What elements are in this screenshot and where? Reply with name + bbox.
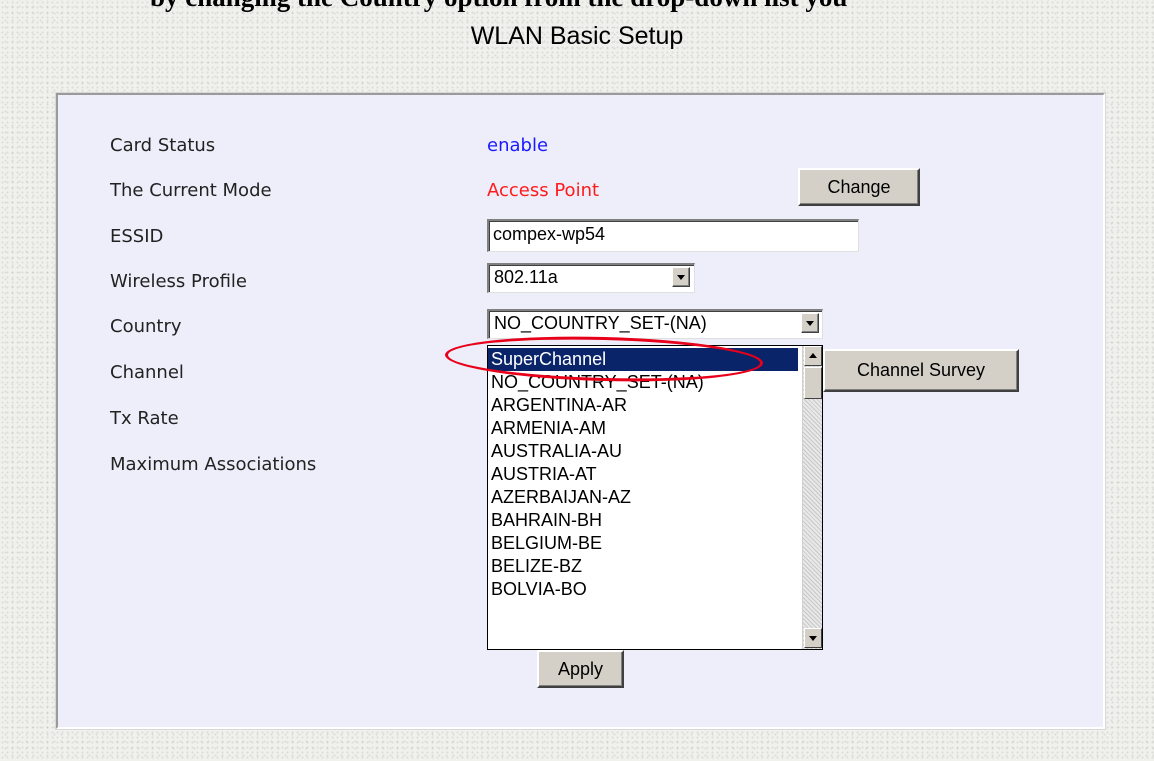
scroll-up-icon[interactable]	[804, 346, 822, 366]
wireless-profile-label: Wireless Profile	[110, 271, 248, 292]
country-option[interactable]: NO_COUNTRY_SET-(NA)	[488, 371, 798, 394]
change-mode-button[interactable]: Change	[798, 168, 920, 206]
country-option[interactable]: ARGENTINA-AR	[488, 394, 798, 417]
country-option[interactable]: ARMENIA-AM	[488, 417, 798, 440]
max-associations-label: Maximum Associations	[110, 454, 317, 475]
scrollbar-thumb[interactable]	[804, 367, 822, 399]
dropdown-arrow-icon[interactable]	[672, 267, 690, 287]
dropdown-arrow-icon[interactable]	[801, 313, 819, 333]
apply-button[interactable]: Apply	[537, 650, 624, 688]
country-option[interactable]: BELGIUM-BE	[488, 532, 798, 555]
country-option[interactable]: AZERBAIJAN-AZ	[488, 486, 798, 509]
current-mode-label: The Current Mode	[110, 180, 272, 201]
country-option[interactable]: AUSTRALIA-AU	[488, 440, 798, 463]
card-status-value: enable	[487, 135, 549, 156]
wireless-profile-select[interactable]: 802.11a	[487, 263, 695, 293]
channel-label: Channel	[110, 362, 184, 383]
country-select[interactable]: NO_COUNTRY_SET-(NA)	[487, 309, 823, 339]
country-option[interactable]: BELIZE-BZ	[488, 555, 798, 578]
card-status-label: Card Status	[110, 135, 216, 156]
country-label: Country	[110, 316, 182, 337]
tx-rate-label: Tx Rate	[110, 408, 179, 429]
country-selected: NO_COUNTRY_SET-(NA)	[494, 313, 707, 333]
cut-off-heading: by changing the Country option from the …	[150, 0, 847, 13]
dropdown-scrollbar[interactable]	[802, 346, 822, 649]
scroll-down-icon[interactable]	[804, 628, 822, 648]
country-dropdown-list[interactable]: SuperChannel NO_COUNTRY_SET-(NA) ARGENTI…	[487, 345, 823, 650]
essid-input[interactable]: compex-wp54	[487, 219, 859, 252]
current-mode-value: Access Point	[487, 180, 600, 201]
wireless-profile-selected: 802.11a	[494, 267, 558, 287]
country-option-superchannel[interactable]: SuperChannel	[488, 348, 798, 371]
channel-survey-button[interactable]: Channel Survey	[823, 349, 1019, 392]
country-option[interactable]: AUSTRIA-AT	[488, 463, 798, 486]
country-option[interactable]: BOLVIA-BO	[488, 578, 798, 601]
essid-label: ESSID	[110, 226, 164, 247]
country-options: SuperChannel NO_COUNTRY_SET-(NA) ARGENTI…	[488, 348, 798, 601]
country-option[interactable]: BAHRAIN-BH	[488, 509, 798, 532]
essid-input-value: compex-wp54	[493, 224, 606, 244]
page-title: WLAN Basic Setup	[470, 22, 684, 50]
